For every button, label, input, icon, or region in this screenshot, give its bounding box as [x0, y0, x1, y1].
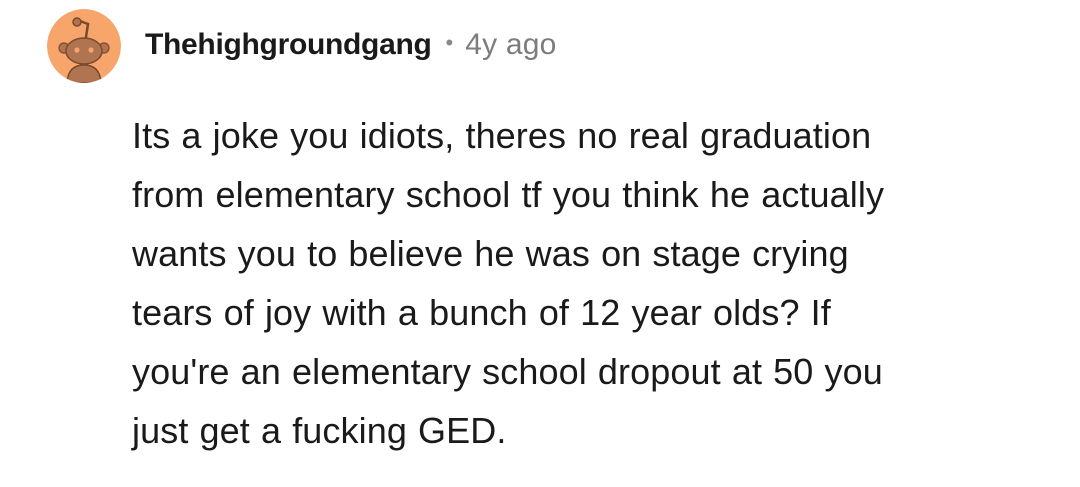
- comment-body-line: from elementary school tf you think he a…: [132, 174, 885, 215]
- comment-meta: Thehighgroundgang • 4y ago: [145, 22, 557, 68]
- comment-body-line: wants you to believe he was on stage cry…: [132, 233, 849, 274]
- comment-body-line: Its a joke you idiots, theres no real gr…: [132, 115, 872, 156]
- username-link[interactable]: Thehighgroundgang: [145, 28, 432, 62]
- comment-body-line: tears of joy with a bunch of 12 year old…: [132, 292, 831, 333]
- comment-timestamp: 4y ago: [465, 28, 557, 61]
- comment-body-line: you're an elementary school dropout at 5…: [132, 351, 883, 392]
- snoo-avatar-icon: [47, 9, 121, 83]
- meta-separator: •: [445, 30, 454, 55]
- user-avatar[interactable]: [47, 9, 121, 83]
- comment: Thehighgroundgang • 4y ago Its a joke yo…: [0, 0, 1080, 487]
- comment-body-line: just get a fucking GED.: [132, 410, 507, 451]
- comment-body: Its a joke you idiots, theres no real gr…: [132, 106, 1062, 460]
